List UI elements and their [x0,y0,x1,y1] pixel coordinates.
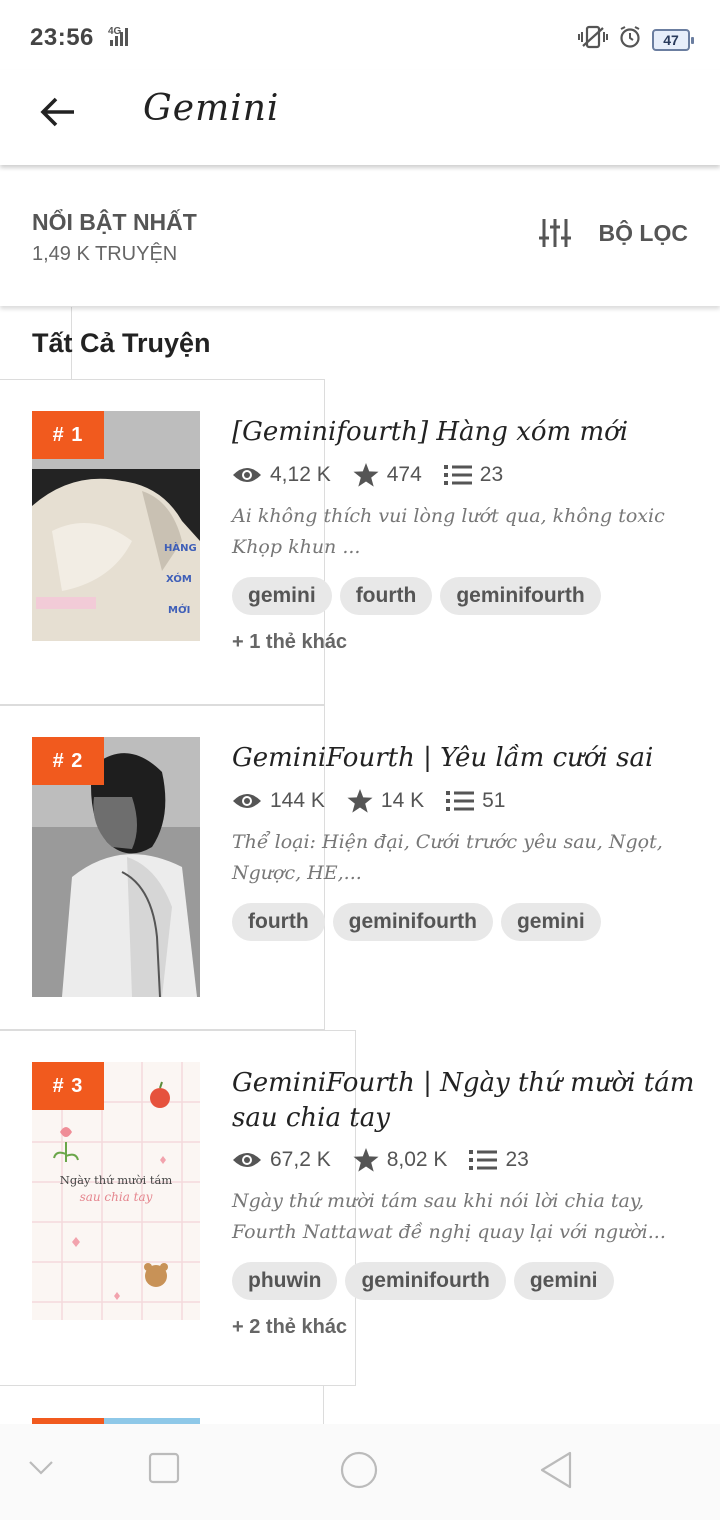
tag-list: gemini fourth geminifourth [232,577,601,615]
sort-bar: NỔI BẬT NHẤT 1,49 K TRUYỆN BỘ LỌC [0,166,720,306]
nav-collapse-button[interactable] [28,1460,54,1481]
votes-count: 474 [386,463,422,486]
app-bar: Gemini [0,70,720,165]
reads-stat: 67,2 K [232,1148,331,1172]
alarm-icon [618,25,642,54]
parts-stat: 51 [446,789,505,813]
story-card[interactable]: Ngày thứ mười tám sau chia tay # 3 Gemin… [0,1030,720,1386]
arrow-back-icon [40,97,74,127]
tag-chip[interactable]: geminifourth [440,577,601,615]
filter-sliders-icon [538,219,571,247]
vibrate-off-icon [578,24,608,55]
signal-icon: 4G [96,24,136,55]
votes-stat: 474 [353,463,422,487]
svg-text:XÓM: XÓM [166,572,192,585]
more-tags-link[interactable]: + 2 thẻ khác [232,1316,347,1339]
tag-chip[interactable]: fourth [339,577,433,615]
eye-icon [233,1153,261,1167]
story-description: Ngày thứ mười tám sau khi nói lời chia t… [232,1190,666,1243]
parts-count: 51 [482,789,506,812]
status-time: 23:56 [30,24,94,51]
svg-text:HÀNG: HÀNG [164,541,197,554]
star-icon [353,1148,379,1172]
reads-count: 67,2 K [270,1148,331,1171]
battery-icon: 47 [652,28,694,51]
parts-count: 23 [479,463,504,486]
tag-list: fourth geminifourth gemini [232,903,601,941]
sort-order-label[interactable]: NỔI BẬT NHẤT [32,209,197,236]
battery-level: 47 [663,31,679,48]
list-icon [469,1150,498,1170]
story-stats: 4,12 K 474 23 [232,463,525,487]
story-card[interactable]: HÀNG XÓM MỚI # 1 [Geminifourth] Hàng xóm… [0,379,720,705]
reads-stat: 144 K [232,789,325,813]
eye-icon [233,468,261,482]
story-card[interactable]: # 2 GeminiFourth | Yêu lầm cưới sai 144 … [0,705,720,1030]
parts-count: 23 [505,1148,529,1171]
story-count: 1,49 K TRUYỆN [32,243,178,265]
back-button[interactable] [36,90,80,134]
tag-chip[interactable]: gemini [500,903,601,941]
system-nav-bar [0,1424,720,1520]
cover-subtext: sau chia tay [80,1190,153,1204]
story-stats: 67,2 K 8,02 K 23 [232,1148,551,1172]
story-title[interactable]: [Geminifourth] Hàng xóm mới [232,415,702,450]
votes-stat: 8,02 K [353,1148,448,1172]
reads-count: 144 K [270,789,325,812]
eye-icon [233,794,261,808]
story-stats: 144 K 14 K 51 [232,789,527,813]
story-cover[interactable]: # 2 [32,737,200,997]
story-cover[interactable]: HÀNG XÓM MỚI # 1 [32,411,200,641]
parts-stat: 23 [443,463,504,487]
filter-button[interactable]: BỘ LỌC [538,218,688,248]
story-cover[interactable]: Ngày thứ mười tám sau chia tay # 3 [32,1062,200,1320]
rank-badge: # 2 [32,737,104,785]
nav-back-button[interactable] [538,1451,574,1494]
story-description: Ai không thích vui lòng lướt qua, không … [232,505,665,558]
nav-recents-button[interactable] [148,1452,180,1489]
reads-count: 4,12 K [270,463,331,486]
more-tags-link[interactable]: + 1 thẻ khác [232,631,347,654]
star-icon [353,463,379,487]
tag-chip[interactable]: fourth [232,903,325,941]
page-title: Gemini [143,88,280,129]
votes-stat: 14 K [347,789,424,813]
circle-icon [340,1451,378,1489]
rank-badge: # 1 [32,411,104,459]
parts-stat: 23 [469,1148,529,1172]
votes-count: 14 K [380,789,425,812]
triangle-back-icon [540,1451,572,1489]
reads-stat: 4,12 K [232,463,331,487]
tag-chip[interactable]: geminifourth [345,1262,506,1300]
tag-chip[interactable]: gemini [232,577,332,615]
list-icon [443,465,472,485]
story-title[interactable]: GeminiFourth | Yêu lầm cưới sai [232,741,702,776]
nav-home-button[interactable] [340,1451,378,1494]
tag-chip[interactable]: geminifourth [332,903,493,941]
svg-text:MỚI: MỚI [168,603,190,616]
status-bar: 23:56 4G 47 [0,0,720,70]
star-icon [347,789,373,813]
rank-badge: # 3 [32,1062,104,1110]
story-title[interactable]: GeminiFourth | Ngày thứ mười tám sau chi… [232,1066,702,1136]
network-type: 4G [108,26,122,37]
cover-text: Ngày thứ mười tám [60,1173,173,1187]
filter-label: BỘ LỌC [598,219,688,246]
votes-count: 8,02 K [386,1148,448,1171]
square-icon [148,1452,180,1484]
section-title: Tất Cả Truyện [32,328,211,358]
list-icon [446,791,475,811]
tag-list: phuwin geminifourth gemini [232,1262,614,1300]
chevron-down-icon [29,1461,53,1475]
card-outline [323,1386,324,1424]
tag-chip[interactable]: gemini [513,1262,614,1300]
story-description: Thể loại: Hiện đại, Cưới trước yêu sau, … [232,831,663,884]
tag-chip[interactable]: phuwin [232,1262,338,1300]
